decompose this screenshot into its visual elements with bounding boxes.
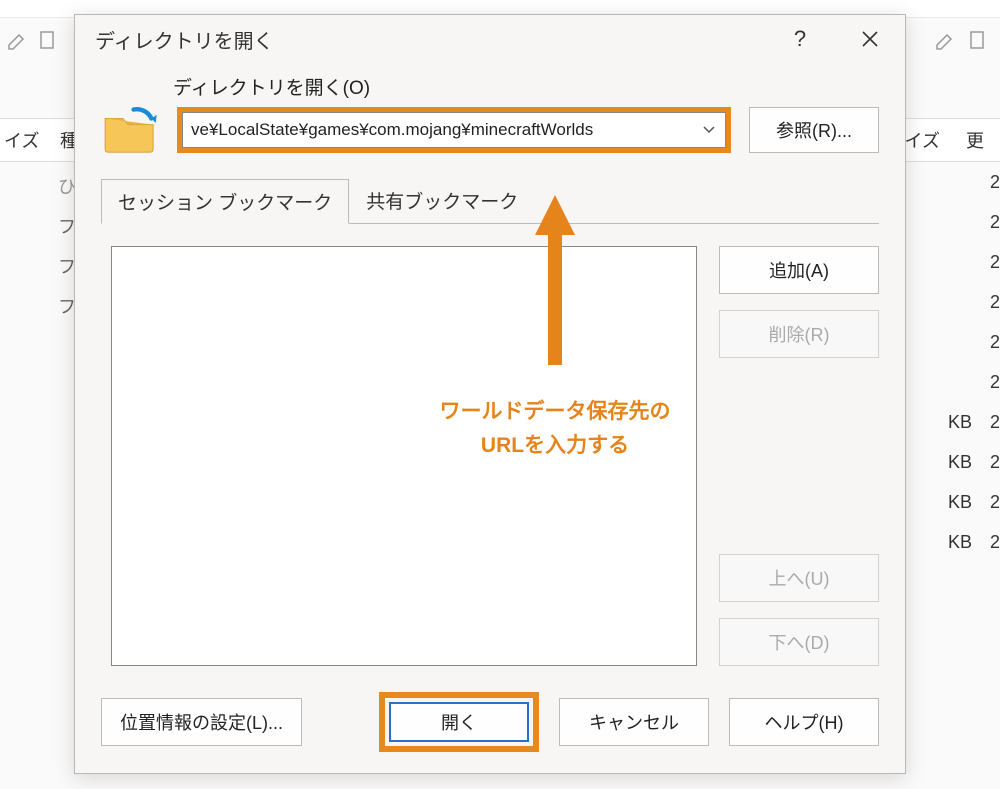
bookmark-tabs: セッション ブックマーク 共有ブックマーク <box>101 178 879 223</box>
open-button[interactable]: 開く <box>389 702 529 742</box>
open-directory-dialog: ディレクトリを開く ? ディレクトリを開く(O) 参照(R)... <box>74 14 906 774</box>
directory-path-input[interactable] <box>182 112 692 148</box>
path-input-highlight <box>177 107 731 153</box>
col-size2: イズ <box>905 127 940 153</box>
edit-icon <box>934 28 958 52</box>
move-up-button[interactable]: 上へ(U) <box>719 554 879 602</box>
path-dropdown-button[interactable] <box>692 112 726 148</box>
document-icon <box>36 28 60 52</box>
dialog-titlebar: ディレクトリを開く ? <box>75 15 905 63</box>
add-button[interactable]: 追加(A) <box>719 246 879 294</box>
edit-icon <box>6 28 30 52</box>
location-settings-button[interactable]: 位置情報の設定(L)... <box>101 698 302 746</box>
col-size: イズ <box>0 127 50 153</box>
open-button-highlight: 開く <box>379 692 539 752</box>
document-icon <box>966 28 990 52</box>
bookmark-listbox[interactable] <box>111 246 697 666</box>
close-button[interactable] <box>835 15 905 63</box>
chevron-down-icon <box>703 126 715 134</box>
tab-session-bookmarks[interactable]: セッション ブックマーク <box>101 179 349 224</box>
help-button[interactable]: ? <box>765 15 835 63</box>
close-icon <box>861 30 879 48</box>
col-updated: 更 <box>966 127 984 153</box>
browse-button[interactable]: 参照(R)... <box>749 107 879 153</box>
help-text-button[interactable]: ヘルプ(H) <box>729 698 879 746</box>
open-directory-label: ディレクトリを開く(O) <box>173 73 879 100</box>
tab-shared-bookmarks[interactable]: 共有ブックマーク <box>349 178 535 223</box>
dialog-title: ディレクトリを開く <box>95 25 274 54</box>
move-down-button[interactable]: 下へ(D) <box>719 618 879 666</box>
remove-button[interactable]: 削除(R) <box>719 310 879 358</box>
cancel-button[interactable]: キャンセル <box>559 698 709 746</box>
folder-open-icon <box>101 106 159 154</box>
